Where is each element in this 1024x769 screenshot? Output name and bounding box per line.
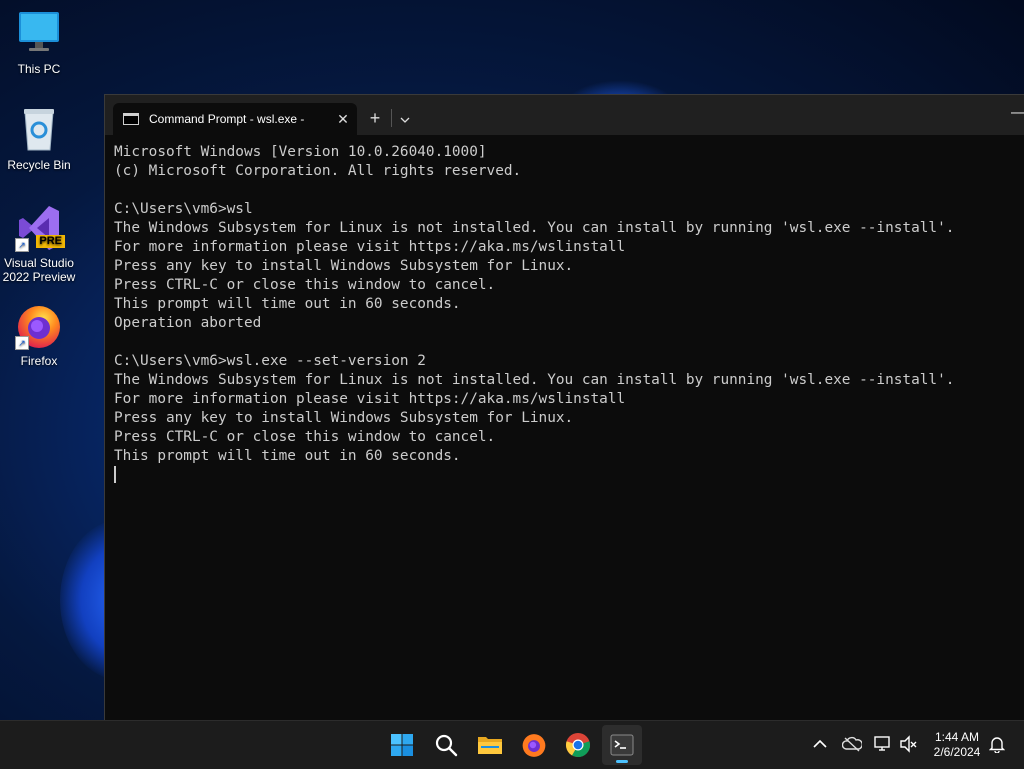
chrome-taskbar-button[interactable] — [558, 725, 598, 765]
terminal-tab-bar: Command Prompt - wsl.exe - ✕ + — — [105, 95, 1024, 135]
desktop-icon-label: Recycle Bin — [7, 158, 71, 172]
chrome-icon — [565, 733, 591, 758]
terminal-line: ​ — [114, 333, 1017, 352]
volume-button[interactable] — [898, 733, 920, 755]
desktop-icon-firefox[interactable]: ↗ Firefox — [0, 302, 78, 368]
minimize-button[interactable]: — — [1011, 105, 1024, 125]
visual-studio-icon: PRE ↗ — [15, 204, 65, 252]
firefox-icon: ↗ — [15, 302, 63, 350]
search-icon — [435, 734, 458, 757]
terminal-line: This prompt will time out in 60 seconds. — [114, 448, 461, 464]
clock-date: 2/6/2024 — [933, 745, 981, 759]
terminal-line: (c) Microsoft Corporation. All rights re… — [114, 163, 522, 179]
file-explorer-icon — [478, 737, 502, 754]
onedrive-button[interactable] — [841, 733, 863, 755]
desktop-icon-label: This PC — [17, 62, 61, 76]
show-hidden-icons-button[interactable] — [809, 733, 831, 755]
terminal-taskbar-button[interactable] — [602, 725, 642, 765]
terminal-line: The Windows Subsystem for Linux is not i… — [114, 372, 955, 388]
firefox-taskbar-button[interactable] — [514, 725, 554, 765]
text-cursor — [114, 466, 116, 483]
terminal-window[interactable]: Command Prompt - wsl.exe - ✕ + — Microso… — [104, 94, 1024, 721]
desktop-icon-label-line2: 2022 Preview — [2, 270, 76, 284]
terminal-line: Microsoft Windows [Version 10.0.26040.10… — [114, 144, 487, 160]
terminal-line: Operation aborted — [114, 315, 262, 331]
bell-icon — [989, 737, 1005, 753]
desktop-icon-visual-studio[interactable]: PRE ↗ Visual Studio 2022 Preview — [0, 204, 78, 284]
recycle-bin-icon — [15, 106, 63, 154]
terminal-cursor-line — [114, 466, 1017, 486]
network-button[interactable] — [872, 733, 894, 755]
terminal-line: Press CTRL-C or close this window to can… — [114, 277, 496, 293]
shortcut-arrow-icon: ↗ — [15, 336, 29, 350]
command-prompt-icon — [123, 113, 139, 125]
notifications-button[interactable] — [986, 733, 1008, 755]
terminal-line: Press any key to install Windows Subsyst… — [114, 410, 574, 426]
shortcut-arrow-icon: ↗ — [15, 238, 29, 252]
desktop-icon-recycle-bin[interactable]: Recycle Bin — [0, 106, 78, 172]
terminal-line: Press CTRL-C or close this window to can… — [114, 429, 496, 445]
onedrive-icon — [842, 736, 862, 752]
start-button[interactable] — [382, 725, 422, 765]
monitor-icon — [15, 10, 63, 58]
search-button[interactable] — [426, 725, 466, 765]
terminal-line: For more information please visit https:… — [114, 239, 626, 255]
chevron-down-icon[interactable] — [393, 107, 417, 131]
preview-badge: PRE — [36, 235, 65, 248]
file-explorer-button[interactable] — [470, 725, 510, 765]
network-icon — [874, 736, 890, 751]
taskbar-clock[interactable]: 1:44 AM 2/6/2024 — [926, 730, 988, 760]
terminal-line: The Windows Subsystem for Linux is not i… — [114, 220, 955, 236]
start-icon — [391, 734, 413, 756]
terminal-line: ​ — [114, 181, 1017, 200]
tab-command-prompt[interactable]: Command Prompt - wsl.exe - ✕ — [113, 103, 357, 135]
new-tab-button[interactable]: + — [363, 107, 387, 131]
chevron-up-icon — [813, 739, 827, 748]
active-app-indicator — [616, 760, 628, 763]
desktop-icon-label: Visual Studio — [4, 256, 74, 270]
terminal-line: C:\Users\vm6>wsl — [114, 201, 253, 217]
terminal-line: This prompt will time out in 60 seconds. — [114, 296, 461, 312]
terminal-line: Press any key to install Windows Subsyst… — [114, 258, 574, 274]
desktop-icon-this-pc[interactable]: This PC — [0, 10, 78, 76]
taskbar: 1:44 AM 2/6/2024 — [0, 720, 1024, 769]
firefox-icon — [522, 734, 546, 757]
tab-divider — [391, 109, 392, 127]
tab-title: Command Prompt - wsl.exe - — [149, 112, 305, 126]
volume-icon — [900, 735, 917, 753]
close-tab-button[interactable]: ✕ — [329, 111, 357, 128]
terminal-output[interactable]: Microsoft Windows [Version 10.0.26040.10… — [105, 135, 1024, 486]
desktop-icon-label: Firefox — [20, 354, 58, 368]
terminal-icon — [610, 734, 634, 756]
clock-time: 1:44 AM — [934, 730, 980, 744]
terminal-line: C:\Users\vm6>wsl.exe --set-version 2 — [114, 353, 426, 369]
terminal-line: For more information please visit https:… — [114, 391, 626, 407]
